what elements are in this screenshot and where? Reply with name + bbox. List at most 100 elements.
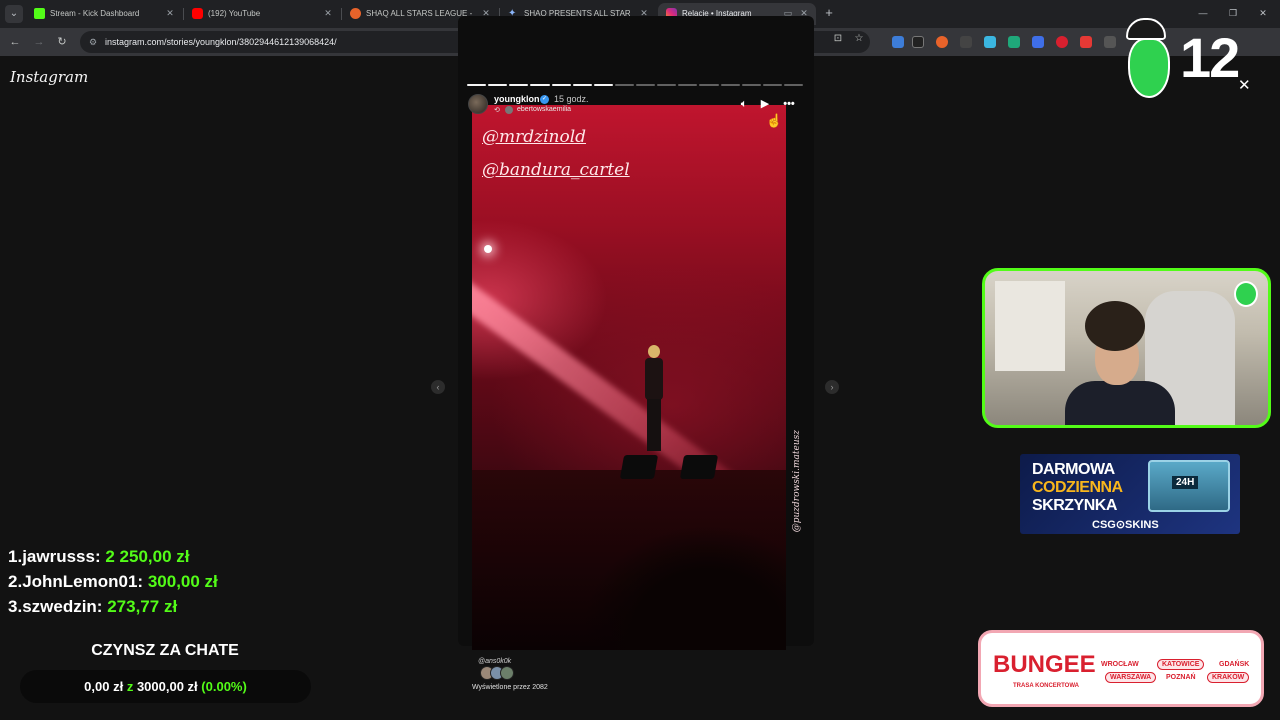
streamer-mascot-logo [1114, 18, 1184, 100]
ad-line: SKRZYNKA [1032, 497, 1117, 514]
reposted-from-username[interactable]: ebertowskaemilia [517, 106, 571, 113]
bungee-tour-ad: BUNGEE TRASA KONCERTOWA WROCŁAW KATOWICE… [978, 630, 1264, 707]
avatar[interactable] [468, 94, 488, 114]
tour-city: POZNAŃ [1166, 674, 1196, 681]
story-progress-bar [467, 84, 803, 86]
extension-icon[interactable] [936, 36, 948, 48]
tab-label: (192) YouTube [208, 9, 261, 18]
tab-kick-dashboard[interactable]: Stream - Kick Dashboard ✕ [26, 3, 182, 25]
progress-segment [678, 84, 698, 86]
tour-city: KRAKÓW [1207, 672, 1250, 683]
ad-line: CODZIENNA [1032, 479, 1123, 496]
tour-city: WROCŁAW [1101, 661, 1139, 668]
close-icon: ✕ [1238, 77, 1251, 94]
goal-separator: z [126, 679, 134, 694]
extension-icon[interactable] [960, 36, 972, 48]
donor-name: jawrusss: [22, 547, 101, 566]
tour-city: GDAŃSK [1219, 661, 1250, 668]
donation-amount: 2 250,00 zł [105, 547, 190, 566]
donation-rank: 2. [8, 572, 23, 591]
tab-label: Stream - Kick Dashboard [50, 9, 140, 18]
progress-segment [614, 84, 634, 86]
kick-favicon-icon [34, 8, 45, 19]
extension-icon[interactable] [1032, 36, 1044, 48]
more-options-icon[interactable]: ••• [782, 97, 796, 111]
repost-avatar[interactable] [505, 106, 513, 114]
new-tab-button[interactable]: + [822, 6, 836, 20]
progress-segment [636, 84, 656, 86]
goal-target: 3000,00 zł [136, 679, 198, 694]
mention-sticker[interactable]: @bandura_cartel [482, 160, 630, 180]
webcam-overlay [982, 268, 1271, 428]
extension-icon[interactable] [912, 36, 924, 48]
site-info-icon[interactable]: ⚙ [87, 36, 99, 48]
progress-segment [572, 84, 592, 86]
back-icon[interactable]: ← [7, 34, 23, 50]
url-text[interactable]: instagram.com/stories/youngklon/38029446… [105, 37, 337, 47]
verified-badge-icon: ✓ [540, 95, 549, 104]
extension-icon[interactable] [1056, 36, 1068, 48]
ad-brand: CSG⊙SKINS [1092, 519, 1159, 531]
progress-segment [593, 84, 613, 86]
progress-segment [741, 84, 761, 86]
goal-current: 0,00 zł [84, 679, 124, 694]
progress-segment [551, 84, 571, 86]
story-video[interactable] [472, 105, 786, 650]
close-window-icon[interactable]: ✕ [1256, 6, 1270, 20]
basketball-favicon-icon [350, 8, 361, 19]
crate-image: 24H [1148, 460, 1230, 512]
instagram-logo[interactable]: Instagram [10, 68, 88, 86]
donation-row: 2.JohnLemon01: 300,00 zł [8, 569, 218, 594]
story-username[interactable]: youngklon [494, 94, 540, 104]
previous-story-icon[interactable]: ‹ [431, 380, 445, 394]
next-story-icon[interactable]: › [825, 380, 839, 394]
play-icon[interactable]: ▶ [758, 97, 772, 111]
crowd [582, 525, 786, 650]
viewer-avatar [500, 666, 514, 680]
tab-youtube[interactable]: (192) YouTube ✕ [184, 3, 340, 25]
progress-segment [720, 84, 740, 86]
bookmark-star-icon[interactable]: ☆ [853, 33, 865, 45]
donation-row: 3.szwedzin: 273,77 zł [8, 594, 218, 619]
donation-row: 1.jawrusss: 2 250,00 zł [8, 544, 218, 569]
ad-subtitle: TRASA KONCERTOWA [1013, 683, 1079, 689]
stage-speaker [679, 455, 719, 479]
extension-icon[interactable] [984, 36, 996, 48]
close-tab-icon[interactable]: ✕ [164, 7, 176, 19]
progress-segment [467, 84, 487, 86]
donor-name: szwedzin: [22, 597, 103, 616]
donation-rank: 1. [8, 547, 23, 566]
counter-number: 12 [1180, 26, 1240, 89]
top-donations: 1.jawrusss: 2 250,00 zł 2.JohnLemon01: 3… [8, 544, 218, 619]
donation-amount: 273,77 zł [107, 597, 178, 616]
performer [642, 345, 666, 455]
progress-segment [488, 84, 508, 86]
csgoskins-ad: DARMOWA CODZIENNA SKRZYNKA 24H CSG⊙SKINS [1020, 454, 1240, 534]
restore-icon[interactable]: ❐ [1226, 6, 1240, 20]
volume-icon[interactable]: 🔈︎ [737, 97, 751, 111]
stage-spotlight [484, 245, 492, 253]
progress-segment [699, 84, 719, 86]
extension-icon[interactable] [1080, 36, 1092, 48]
forward-icon[interactable]: → [31, 34, 47, 50]
tour-city: KATOWICE [1157, 659, 1205, 670]
mouse-cursor-icon: ☝ [766, 113, 783, 128]
progress-segment [762, 84, 782, 86]
repost-icon: ⟲ [494, 107, 500, 114]
goal-progress-bar: 0,00 zł z 3000,00 zł (0.00%) [20, 670, 311, 703]
donation-amount: 300,00 zł [147, 572, 218, 591]
minimize-icon[interactable]: — [1196, 6, 1210, 20]
close-tab-icon[interactable]: ✕ [322, 7, 334, 19]
viewer-count: Wyświetlone przez 2082 [472, 684, 548, 691]
mention-sticker[interactable]: @mrdzinold [482, 127, 586, 147]
reload-icon[interactable]: ↻ [54, 34, 70, 50]
goal-title: CZYNSZ ZA CHATE [91, 642, 239, 659]
extension-icon[interactable] [892, 36, 904, 48]
install-app-icon[interactable]: ⊡ [832, 33, 844, 45]
photographer-credit: @puzdrowski.mateusz [792, 430, 802, 533]
tab-search-icon[interactable]: ⌄ [5, 5, 23, 23]
extension-icon[interactable] [1008, 36, 1020, 48]
tour-city: WARSZAWA [1105, 672, 1157, 683]
crate-label: 24H [1172, 476, 1199, 489]
donation-rank: 3. [8, 597, 23, 616]
